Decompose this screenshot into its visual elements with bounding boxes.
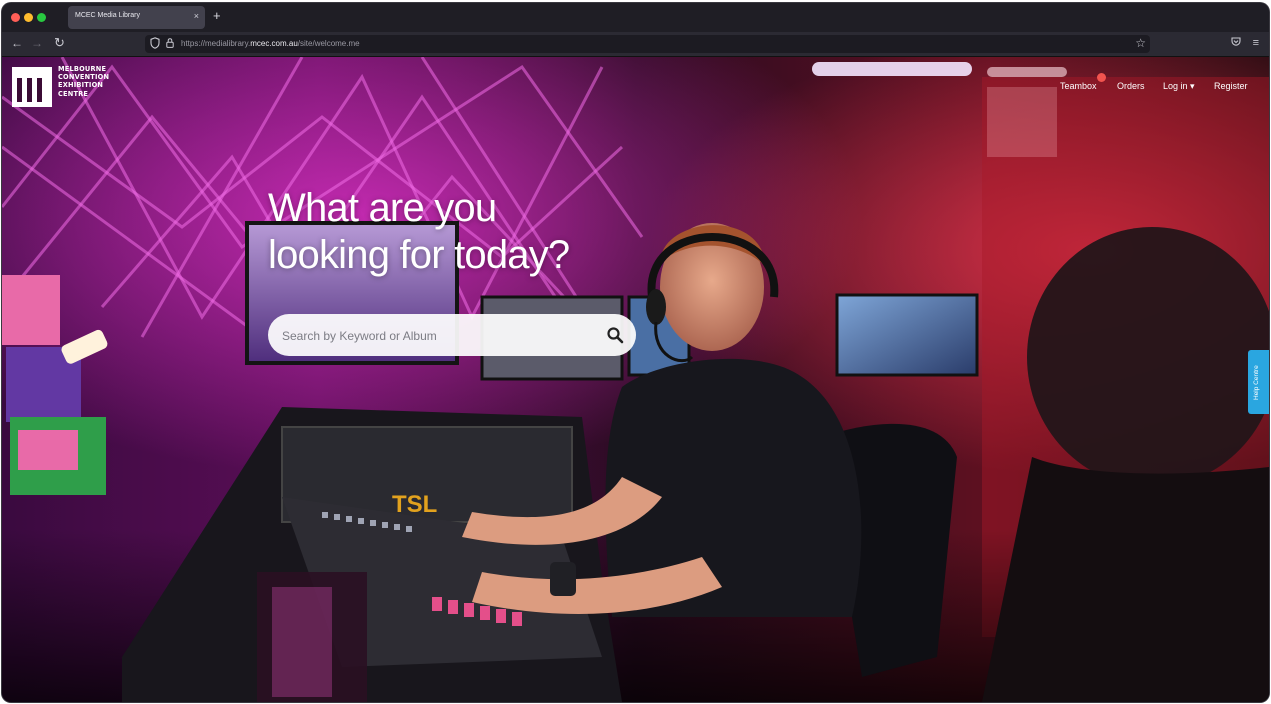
help-centre-tab[interactable]: Help Centre [1248, 350, 1269, 414]
help-centre-label: Help Centre [1253, 365, 1260, 400]
pocket-icon[interactable] [1231, 37, 1241, 51]
web-page: TSL MELBOURNE CONVENTION EXHIBITION CENT… [2, 57, 1269, 702]
browser-tab[interactable]: MCEC Media Library × [68, 6, 205, 29]
site-logo[interactable]: MELBOURNE CONVENTION EXHIBITION CENTRE [12, 65, 132, 113]
arrow-left-icon[interactable]: ← [11, 36, 23, 50]
new-tab-button[interactable]: + [213, 9, 221, 23]
url-text[interactable]: https://medialibrary.mcec.com.au/site/we… [181, 39, 360, 48]
hamburger-menu-icon[interactable]: ≡ [1253, 36, 1259, 50]
logo-line: EXHIBITION [58, 81, 104, 90]
shield-icon[interactable] [150, 37, 160, 49]
lock-icon[interactable] [166, 38, 174, 48]
browser-window: MCEC Media Library × + ← → ↻ https://med… [2, 3, 1269, 702]
window-close-button[interactable] [11, 13, 20, 22]
address-bar[interactable]: https://medialibrary.mcec.com.au/site/we… [145, 35, 1150, 53]
window-minimize-button[interactable] [24, 13, 33, 22]
url-prefix: https://medialibrary. [181, 39, 251, 48]
search-bar [268, 314, 636, 356]
logo-line: CONVENTION [58, 73, 110, 82]
headline-line: What are you [268, 186, 497, 230]
hero-background-image: TSL [2, 57, 1269, 702]
navigation-bar: ← → ↻ https://medialibrary.mcec.com.au/s… [2, 32, 1269, 57]
tab-title: MCEC Media Library [75, 12, 140, 19]
teambox-notification-badge [1097, 73, 1106, 82]
nav-link-register[interactable]: Register [1214, 81, 1248, 91]
logo-line: CENTRE [58, 89, 89, 98]
nav-link-login[interactable]: Log in ▾ [1163, 81, 1195, 92]
headline-line: looking for today? [268, 233, 570, 277]
nav-link-orders[interactable]: Orders [1117, 81, 1145, 91]
logo-wordmark: MELBOURNE CONVENTION EXHIBITION CENTRE [58, 65, 109, 98]
url-path: /site/welcome.me [297, 39, 360, 48]
nav-link-teambox[interactable]: Teambox [1060, 81, 1097, 91]
logo-line: MELBOURNE [58, 65, 107, 73]
mcec-logo-mark [12, 67, 52, 107]
tab-strip: MCEC Media Library × + [2, 3, 1269, 32]
tab-close-icon[interactable]: × [194, 11, 199, 22]
star-icon[interactable]: ☆ [1135, 36, 1146, 50]
arrow-right-icon[interactable]: → [31, 36, 43, 50]
reload-icon[interactable]: ↻ [54, 36, 65, 50]
pocket-icon-glyph [1231, 37, 1241, 46]
hero-headline: What are you looking for today? [268, 185, 570, 279]
search-input[interactable] [280, 324, 594, 348]
search-icon[interactable] [606, 326, 624, 344]
url-domain: mcec.com.au [250, 39, 298, 48]
window-maximize-button[interactable] [37, 13, 46, 22]
